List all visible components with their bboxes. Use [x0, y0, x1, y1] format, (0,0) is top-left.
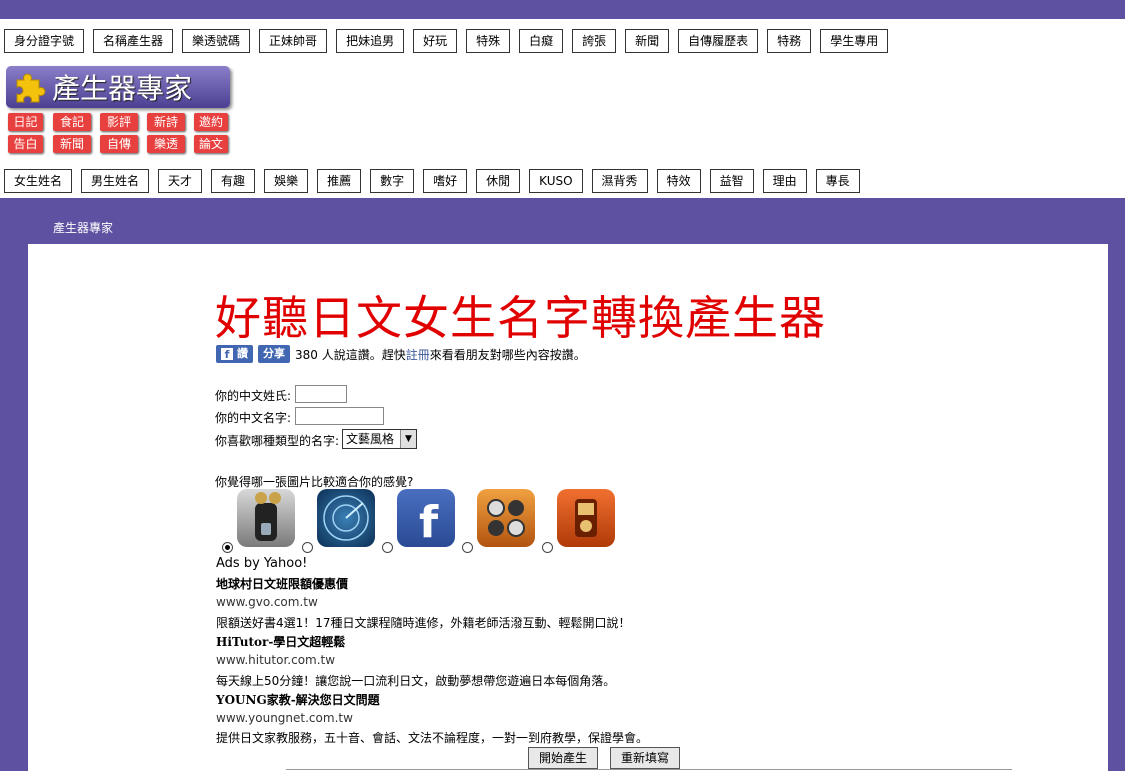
nav-item[interactable]: 嗜好	[423, 169, 468, 193]
tag-item[interactable]: 日記	[8, 113, 43, 131]
ad-desc: 每天線上50分鐘！讓您說一口流利日文，啟動夢想帶您遊遍日本每個角落。	[216, 674, 616, 688]
type-label: 你喜歡哪種類型的名字:	[215, 434, 340, 448]
top-bar	[0, 0, 1125, 19]
submit-button[interactable]: 開始產生	[528, 747, 598, 769]
facebook-icon: f	[221, 348, 233, 361]
tag-item[interactable]: 告白	[8, 135, 43, 153]
nav-item[interactable]: 樂透號碼	[182, 29, 251, 53]
nav-item[interactable]: 天才	[158, 169, 203, 193]
nav-item[interactable]: 女生姓名	[4, 169, 73, 193]
facebook-like-button[interactable]: f 讚	[216, 345, 253, 363]
ad-title[interactable]: HiTutor-學日文超輕鬆	[216, 633, 345, 650]
nav-item[interactable]: 自傳履歷表	[678, 29, 759, 53]
nav-item[interactable]: 名稱產生器	[93, 29, 174, 53]
second-nav: 女生姓名 男生姓名 天才 有趣 娛樂 推薦 數字 嗜好 休閒 KUSO 濕背秀 …	[4, 169, 869, 193]
nav-item[interactable]: 正妹帥哥	[259, 29, 328, 53]
dropdown-arrow-icon: ▼	[400, 430, 416, 448]
top-nav: 身分證字號 名稱產生器 樂透號碼 正妹帥哥 把妹追男 好玩 特殊 白癡 誇張 新…	[4, 29, 897, 53]
logo-title: 產生器專家	[52, 72, 193, 105]
nav-item[interactable]: 把妹追男	[336, 29, 405, 53]
tag-item[interactable]: 樂透	[147, 135, 185, 153]
name-input[interactable]	[295, 407, 384, 425]
surname-input[interactable]	[295, 385, 347, 403]
facebook-bar: f 讚 分享 380 人說這讚。趕快註冊來看看朋友對哪些內容按讚。	[216, 345, 586, 363]
ad-url[interactable]: www.hitutor.com.tw	[216, 653, 335, 667]
like-text-tail: 來看看朋友對哪些內容按讚。	[429, 347, 586, 362]
nav-item[interactable]: 推薦	[317, 169, 362, 193]
nav-item[interactable]: 學生專用	[820, 29, 889, 53]
reset-button[interactable]: 重新填寫	[610, 747, 680, 769]
nav-item[interactable]: 有趣	[211, 169, 256, 193]
register-link[interactable]: 註冊	[406, 348, 430, 362]
site-logo[interactable]: 產生器專家	[6, 66, 230, 108]
ad-url[interactable]: www.youngnet.com.tw	[216, 711, 353, 725]
image-radio[interactable]	[382, 542, 393, 553]
nav-item[interactable]: 白癡	[519, 29, 564, 53]
like-count-text: 380 人說這讚。趕快	[295, 347, 406, 362]
image-question: 你覺得哪一張圖片比較適合你的感覺?	[215, 475, 414, 489]
ad-url[interactable]: www.gvo.com.tw	[216, 595, 318, 609]
tag-item[interactable]: 影評	[100, 113, 138, 131]
name-label: 你的中文名字:	[215, 411, 292, 425]
nav-item[interactable]: 誇張	[572, 29, 617, 53]
nav-item[interactable]: 特效	[656, 169, 701, 193]
svg-text:f: f	[419, 497, 439, 547]
radar-app-icon[interactable]	[317, 489, 375, 547]
ads-label: Ads by Yahoo!	[216, 556, 308, 571]
nav-item[interactable]: 特務	[767, 29, 812, 53]
nav-item[interactable]: 益智	[709, 169, 754, 193]
ad-desc: 限額送好書4選1！17種日文課程隨時進修，外籍老師活潑互動、輕鬆開口說！	[216, 616, 631, 630]
nav-item[interactable]: 專長	[815, 169, 860, 193]
ad-desc: 提供日文家教服務，五十音、會話、文法不論程度，一對一到府教學，保證學會。	[216, 731, 649, 745]
remote-app-icon[interactable]	[237, 489, 295, 547]
tag-item[interactable]: 新聞	[53, 135, 91, 153]
tag-item[interactable]: 自傳	[100, 135, 138, 153]
nav-item[interactable]: 休閒	[476, 169, 521, 193]
nav-item[interactable]: 好玩	[413, 29, 458, 53]
game-app-icon[interactable]	[477, 489, 535, 547]
like-label: 讚	[237, 347, 248, 360]
type-select-value: 文藝風格	[346, 432, 395, 446]
nav-item[interactable]: 理由	[762, 169, 807, 193]
type-select[interactable]: 文藝風格 ▼	[342, 429, 417, 449]
music-player-app-icon[interactable]	[557, 489, 615, 547]
ad-title[interactable]: 地球村日文班限額優惠價	[216, 575, 348, 592]
nav-item[interactable]: KUSO	[529, 169, 583, 193]
tag-item[interactable]: 論文	[194, 135, 228, 153]
nav-item[interactable]: 濕背秀	[591, 169, 648, 193]
page-title: 好聽日文女生名字轉換產生器	[215, 291, 826, 345]
tag-item[interactable]: 邀約	[194, 113, 228, 131]
tag-item[interactable]: 新詩	[147, 113, 185, 131]
divider	[286, 769, 1012, 770]
ad-title[interactable]: YOUNG家教-解決您日文問題	[216, 691, 380, 708]
breadcrumb[interactable]: 產生器專家	[53, 219, 113, 236]
facebook-app-icon[interactable]: f	[397, 489, 455, 548]
image-radio[interactable]	[222, 542, 233, 553]
nav-item[interactable]: 娛樂	[264, 169, 309, 193]
nav-item[interactable]: 男生姓名	[81, 169, 150, 193]
puzzle-icon	[12, 69, 48, 105]
facebook-text: 380 人說這讚。趕快註冊來看看朋友對哪些內容按讚。	[295, 346, 586, 363]
nav-item[interactable]: 身分證字號	[4, 29, 85, 53]
image-radio[interactable]	[302, 542, 313, 553]
image-radio[interactable]	[462, 542, 473, 553]
nav-item[interactable]: 新聞	[625, 29, 670, 53]
nav-item[interactable]: 特殊	[466, 29, 511, 53]
tag-item[interactable]: 食記	[53, 113, 91, 131]
image-radio[interactable]	[542, 542, 553, 553]
surname-label: 你的中文姓氏:	[215, 389, 292, 403]
facebook-share-button[interactable]: 分享	[258, 345, 290, 363]
nav-item[interactable]: 數字	[370, 169, 415, 193]
